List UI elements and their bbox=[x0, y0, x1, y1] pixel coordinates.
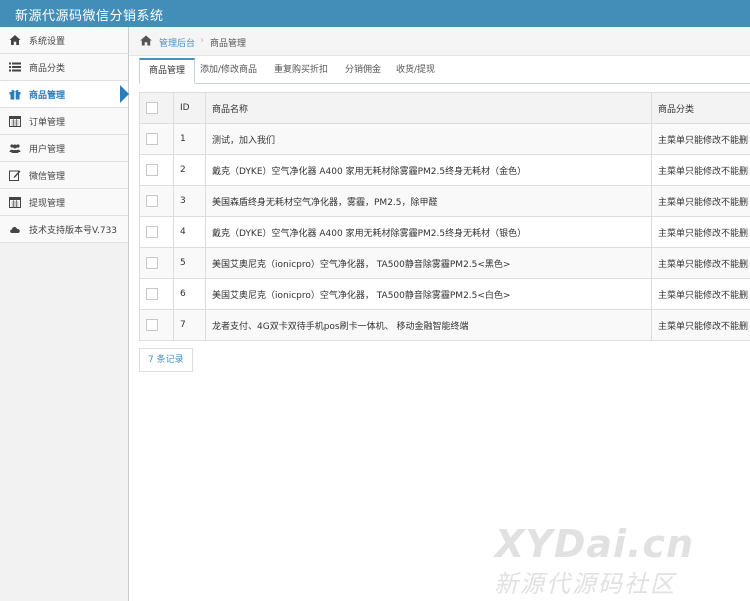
row-select-cell[interactable] bbox=[139, 309, 174, 341]
select-all-checkbox[interactable] bbox=[146, 102, 158, 114]
cell-category: 主菜单只能修改不能删 bbox=[651, 154, 750, 186]
cell-name: 美国艾奥尼克（ionicpro）空气净化器， TA500静音除雾霾PM2.5<白… bbox=[205, 278, 652, 310]
row-select-cell[interactable] bbox=[139, 247, 174, 279]
breadcrumb: 管理后台 › 商品管理 bbox=[129, 27, 750, 56]
cell-id: 5 bbox=[173, 247, 206, 279]
cell-id: 7 bbox=[173, 309, 206, 341]
column-header-id[interactable]: ID bbox=[173, 92, 206, 124]
calendar-icon bbox=[9, 197, 21, 208]
sidebar-item-product-management[interactable]: 商品管理 bbox=[0, 81, 129, 108]
tab-product-management[interactable]: 商品管理 bbox=[139, 58, 196, 84]
home-icon[interactable] bbox=[140, 35, 152, 46]
sidebar: 系统设置 商品分类 商品管理 订单管理 用户管理 微信管理 提现管理 技术支持版… bbox=[0, 27, 129, 601]
row-checkbox[interactable] bbox=[146, 319, 158, 331]
row-checkbox[interactable] bbox=[146, 164, 158, 176]
cell-name: 测试，加入我们 bbox=[205, 123, 652, 155]
row-select-cell[interactable] bbox=[139, 123, 174, 155]
cloud-icon bbox=[10, 226, 20, 233]
calendar-icon bbox=[9, 116, 21, 127]
cell-name: 美国艾奥尼克（ionicpro）空气净化器， TA500静音除雾霾PM2.5<黑… bbox=[205, 247, 652, 279]
sidebar-item-label: 商品分类 bbox=[29, 64, 66, 74]
row-checkbox[interactable] bbox=[146, 195, 158, 207]
cell-id: 4 bbox=[173, 216, 206, 248]
row-checkbox[interactable] bbox=[146, 133, 158, 145]
watermark-logo: XYDai.cn bbox=[495, 522, 695, 566]
table-row[interactable]: 4 戴克（DYKE）空气净化器 A400 家用无耗材除雾霾PM2.5终身无耗材（… bbox=[139, 216, 750, 248]
cell-name: 戴克（DYKE）空气净化器 A400 家用无耗材除雾霾PM2.5终身无耗材（金色… bbox=[205, 154, 652, 186]
watermark-subtitle: 新源代源码社区 bbox=[494, 570, 676, 598]
cell-category: 主菜单只能修改不能删 bbox=[651, 123, 750, 155]
breadcrumb-current: 商品管理 bbox=[210, 39, 247, 49]
tab-distribution-commission[interactable]: 分销佣金 bbox=[336, 59, 390, 82]
breadcrumb-home-link[interactable]: 管理后台 bbox=[159, 36, 195, 49]
top-navbar: 新源代源码微信分销系统 bbox=[0, 0, 750, 27]
tab-receipt-withdraw[interactable]: 收货/提现 bbox=[387, 59, 444, 82]
row-select-cell[interactable] bbox=[139, 216, 174, 248]
sidebar-item-label: 系统设置 bbox=[29, 37, 66, 47]
cell-id: 3 bbox=[173, 185, 206, 217]
cell-name: 龙者支付、4G双卡双待手机pos刷卡一体机、 移动金融智能终端 bbox=[205, 309, 652, 341]
sidebar-item-product-category[interactable]: 商品分类 bbox=[0, 54, 128, 81]
app-title: 新源代源码微信分销系统 bbox=[15, 9, 164, 24]
tab-repeat-purchase-discount[interactable]: 重复购买折扣 bbox=[265, 59, 337, 82]
table-header-row: ID 商品名称 商品分类 bbox=[139, 92, 750, 124]
cell-category: 主菜单只能修改不能删 bbox=[651, 216, 750, 248]
column-header-category[interactable]: 商品分类 bbox=[651, 92, 750, 124]
sidebar-item-label: 订单管理 bbox=[29, 118, 66, 128]
row-checkbox[interactable] bbox=[146, 288, 158, 300]
row-select-cell[interactable] bbox=[139, 278, 174, 310]
table-row[interactable]: 5 美国艾奥尼克（ionicpro）空气净化器， TA500静音除雾霾PM2.5… bbox=[139, 247, 750, 279]
tab-add-edit-product[interactable]: 添加/修改商品 bbox=[191, 59, 266, 82]
product-table: ID 商品名称 商品分类 1 测试，加入我们 主菜单只能修改不能删 2 戴克（D… bbox=[139, 92, 750, 341]
gift-icon bbox=[9, 89, 21, 100]
chevron-right-icon: › bbox=[200, 35, 204, 46]
record-count-button[interactable]: 7 条记录 bbox=[139, 348, 193, 372]
sidebar-item-tech-support[interactable]: 技术支持版本号V.733 bbox=[0, 216, 128, 243]
cell-category: 主菜单只能修改不能删 bbox=[651, 185, 750, 217]
table-row[interactable]: 2 戴克（DYKE）空气净化器 A400 家用无耗材除雾霾PM2.5终身无耗材（… bbox=[139, 154, 750, 186]
column-header-name[interactable]: 商品名称 bbox=[205, 92, 652, 124]
list-icon bbox=[9, 62, 21, 72]
cell-name: 美国森盾终身无耗材空气净化器，雾霾，PM2.5，除甲醛 bbox=[205, 185, 652, 217]
row-select-cell[interactable] bbox=[139, 185, 174, 217]
sidebar-item-label: 商品管理 bbox=[29, 91, 66, 101]
cell-category: 主菜单只能修改不能删 bbox=[651, 309, 750, 341]
users-icon bbox=[9, 144, 21, 153]
sidebar-item-withdraw-management[interactable]: 提现管理 bbox=[0, 189, 128, 216]
row-checkbox[interactable] bbox=[146, 226, 158, 238]
cell-category: 主菜单只能修改不能删 bbox=[651, 247, 750, 279]
row-checkbox[interactable] bbox=[146, 257, 158, 269]
cell-id: 6 bbox=[173, 278, 206, 310]
edit-icon bbox=[9, 170, 21, 181]
table-row[interactable]: 7 龙者支付、4G双卡双待手机pos刷卡一体机、 移动金融智能终端 主菜单只能修… bbox=[139, 309, 750, 341]
table-row[interactable]: 6 美国艾奥尼克（ionicpro）空气净化器， TA500静音除雾霾PM2.5… bbox=[139, 278, 750, 310]
home-icon bbox=[9, 35, 21, 45]
sidebar-item-label: 技术支持版本号V.733 bbox=[29, 226, 118, 236]
table-row[interactable]: 3 美国森盾终身无耗材空气净化器，雾霾，PM2.5，除甲醛 主菜单只能修改不能删 bbox=[139, 185, 750, 217]
select-all-cell[interactable] bbox=[139, 92, 174, 124]
cell-name: 戴克（DYKE）空气净化器 A400 家用无耗材除雾霾PM2.5终身无耗材（银色… bbox=[205, 216, 652, 248]
cell-id: 1 bbox=[173, 123, 206, 155]
row-select-cell[interactable] bbox=[139, 154, 174, 186]
sidebar-item-user-management[interactable]: 用户管理 bbox=[0, 135, 128, 162]
tab-bar: 商品管理 添加/修改商品 重复购买折扣 分销佣金 收货/提现 bbox=[139, 58, 750, 84]
sidebar-item-label: 提现管理 bbox=[29, 199, 66, 209]
sidebar-item-label: 用户管理 bbox=[29, 145, 66, 155]
sidebar-item-order-management[interactable]: 订单管理 bbox=[0, 108, 128, 135]
active-indicator-arrow bbox=[120, 85, 129, 103]
sidebar-item-wechat-management[interactable]: 微信管理 bbox=[0, 162, 128, 189]
cell-category: 主菜单只能修改不能删 bbox=[651, 278, 750, 310]
cell-id: 2 bbox=[173, 154, 206, 186]
table-row[interactable]: 1 测试，加入我们 主菜单只能修改不能删 bbox=[139, 123, 750, 155]
sidebar-item-system-settings[interactable]: 系统设置 bbox=[0, 27, 128, 54]
sidebar-item-label: 微信管理 bbox=[29, 172, 66, 182]
